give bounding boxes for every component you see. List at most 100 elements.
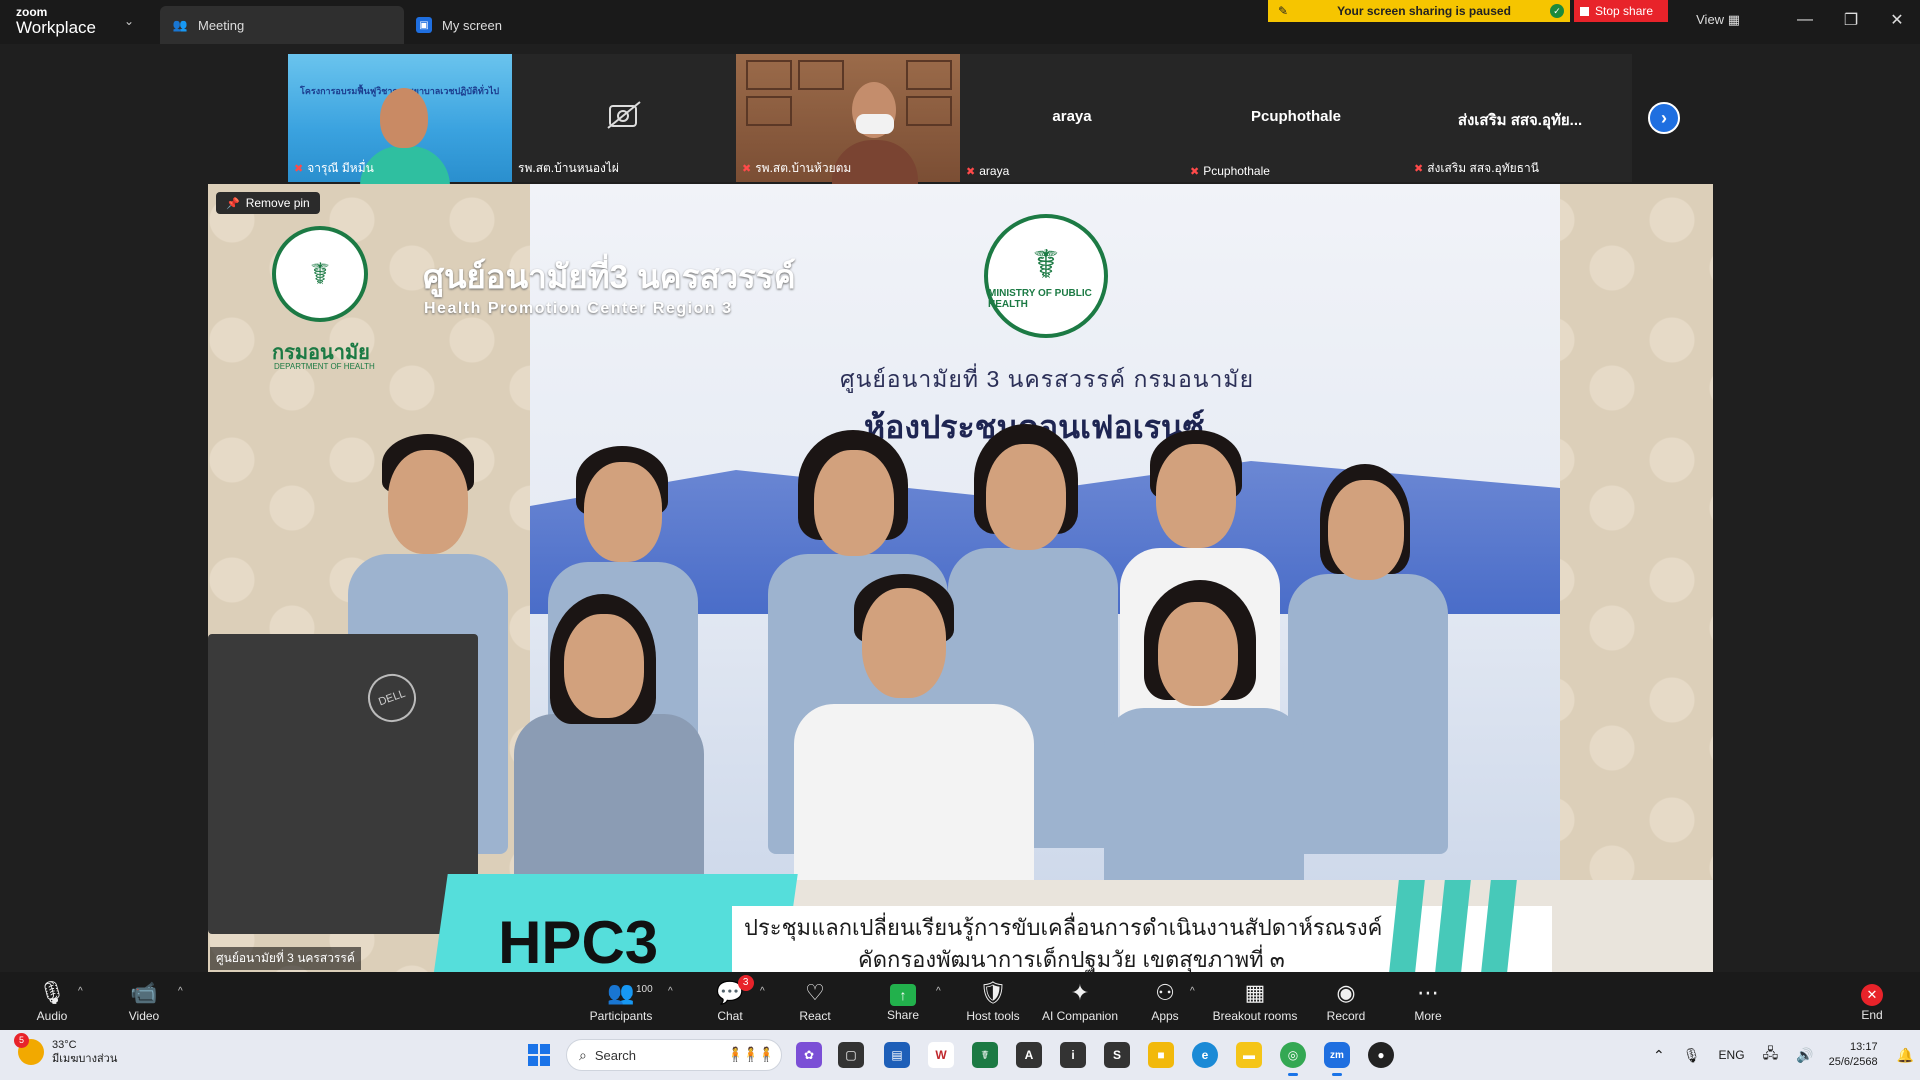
- record-button[interactable]: ◉ Record: [1326, 972, 1366, 1030]
- person-head: [1156, 444, 1236, 548]
- share-button[interactable]: ↑ Share: [886, 972, 920, 1030]
- react-label: React: [799, 1009, 831, 1023]
- participant-tile[interactable]: ✖ รพ.สต.บ้านห้วยตม: [736, 54, 960, 184]
- participant-name-tag: ✖ ส่งเสริม สสจ.อุทัยธานี: [1414, 159, 1539, 178]
- mic-muted-icon: ✖: [1190, 165, 1200, 178]
- react-button[interactable]: ♡ React: [798, 972, 832, 1030]
- sparkle-icon: ✦: [1070, 980, 1090, 1005]
- participant-thumbnail-strip: โครงการอบรมฟื้นฟูวิชาการพยาบาลเวชปฏิบัติ…: [288, 54, 1632, 186]
- weather-widget[interactable]: 5 33°C มีเมฆบางส่วน: [14, 1033, 117, 1066]
- cabinet-decor: [746, 96, 792, 126]
- more-button[interactable]: ⋯ More: [1412, 972, 1444, 1030]
- file-explorer-icon[interactable]: ▬: [1236, 1042, 1262, 1068]
- volume-icon[interactable]: 🔊: [1796, 1047, 1813, 1064]
- mic-muted-icon: ✖: [1414, 163, 1424, 175]
- app-s-icon[interactable]: S: [1104, 1042, 1130, 1068]
- ministry-logo-text: MINISTRY OF PUBLIC HEALTH: [988, 288, 1092, 310]
- chat-button[interactable]: 💬 3 Chat: [714, 972, 754, 1030]
- participant-tile[interactable]: Pcuphothale ✖ Pcuphothale: [1184, 54, 1408, 182]
- apps-options-chevron-icon[interactable]: ^: [1190, 986, 1195, 997]
- dell-monitor: DELL: [208, 634, 478, 934]
- weather-sun-icon: 5: [14, 1033, 44, 1065]
- weather-text: 33°C มีเมฆบางส่วน: [52, 1038, 117, 1066]
- person-head: [814, 450, 894, 556]
- end-meeting-button[interactable]: ✕ End: [1858, 972, 1886, 1030]
- video-options-chevron-icon[interactable]: ^: [178, 986, 183, 997]
- cabinet-decor: [746, 60, 792, 90]
- brand-zoom: zoom: [16, 5, 48, 19]
- participants-options-chevron-icon[interactable]: ^: [668, 986, 673, 997]
- pinned-video[interactable]: ☤ กรมอนามัย DEPARTMENT OF HEALTH ศูนย์อน…: [208, 184, 1713, 972]
- end-label: End: [1861, 1007, 1883, 1022]
- title-bar: zoom Workplace ⌄ 👥 Meeting ▣ My screen ✎…: [0, 0, 1920, 44]
- stop-share-button[interactable]: Stop share: [1574, 0, 1668, 22]
- hpc-title: ศูนย์อนามัยที่3 นครสวรรค์: [423, 258, 796, 295]
- tab-meeting[interactable]: 👥 Meeting: [160, 6, 404, 44]
- ministry-of-public-health-logo: ☤ MINISTRY OF PUBLIC HEALTH: [984, 214, 1108, 338]
- heart-icon: ♡: [805, 980, 825, 1005]
- ai-companion-button[interactable]: ✦ AI Companion: [1040, 972, 1120, 1030]
- edge-browser-icon[interactable]: e: [1192, 1042, 1218, 1068]
- host-tools-button[interactable]: 🛡 Host tools: [964, 972, 1022, 1030]
- close-window-button[interactable]: ✕: [1874, 10, 1920, 30]
- app-a-icon[interactable]: A: [1016, 1042, 1042, 1068]
- copilot-icon[interactable]: ✿: [796, 1042, 822, 1068]
- zoom-taskbar-icon[interactable]: zm: [1324, 1042, 1350, 1076]
- notification-bell-icon[interactable]: 🔔: [1897, 1047, 1914, 1064]
- decor-stripes: [1384, 880, 1524, 972]
- sticky-notes-icon[interactable]: ■: [1148, 1042, 1174, 1068]
- video-button[interactable]: 📹 Video: [124, 972, 164, 1030]
- view-button[interactable]: View ▦: [1696, 12, 1740, 28]
- clock[interactable]: 13:17 25/6/2568: [1829, 1040, 1878, 1070]
- minimize-button[interactable]: —: [1782, 11, 1828, 29]
- video-label: Video: [128, 1009, 160, 1023]
- audio-button[interactable]: 🎙 Audio: [34, 972, 70, 1030]
- chrome-icon[interactable]: ◎: [1280, 1042, 1306, 1076]
- participant-name: รพ.สต.บ้านห้วยตม: [755, 161, 852, 175]
- participants-button[interactable]: 👥 Participants: [588, 972, 654, 1030]
- mic-muted-icon: ✖: [742, 163, 752, 175]
- chat-options-chevron-icon[interactable]: ^: [760, 986, 765, 997]
- tray-chevron-up-icon[interactable]: ⌃: [1653, 1047, 1665, 1064]
- share-options-chevron-icon[interactable]: ^: [936, 986, 941, 997]
- remove-pin-button[interactable]: 📌 Remove pin: [216, 192, 320, 214]
- tray-microphone-icon[interactable]: 🎙: [1683, 1047, 1701, 1064]
- chevron-right-icon[interactable]: ›: [1648, 102, 1680, 134]
- maximize-button[interactable]: ❐: [1828, 10, 1874, 30]
- video-camera-icon: 📹: [130, 980, 158, 1005]
- screen-sharing-paused-banner[interactable]: ✎ Your screen sharing is paused ✓: [1268, 0, 1570, 22]
- microsoft-store-icon[interactable]: ▤: [884, 1042, 910, 1068]
- breakout-rooms-button[interactable]: ▦ Breakout rooms: [1212, 972, 1298, 1030]
- participant-tile[interactable]: รพ.สต.บ้านหนองไผ่: [512, 54, 736, 182]
- wps-office-icon[interactable]: W: [928, 1042, 954, 1068]
- cabinet-decor: [906, 96, 952, 126]
- chat-unread-badge: 3: [737, 975, 754, 991]
- zoom-workplace-menu[interactable]: zoom Workplace ⌄: [0, 0, 160, 44]
- participant-tile[interactable]: ส่งเสริม สสจ.อุทัย... ✖ ส่งเสริม สสจ.อุทั…: [1408, 54, 1632, 182]
- app-i-icon[interactable]: i: [1060, 1042, 1086, 1068]
- audio-options-chevron-icon[interactable]: ^: [78, 986, 83, 997]
- participant-tile[interactable]: โครงการอบรมฟื้นฟูวิชาการพยาบาลเวชปฏิบัติ…: [288, 54, 512, 186]
- health-app-icon[interactable]: ☤: [972, 1042, 998, 1068]
- search-icon: ⌕: [579, 1046, 587, 1063]
- tab-my-screen[interactable]: ▣ My screen: [404, 6, 514, 44]
- app-red-dot-icon[interactable]: ●: [1368, 1042, 1394, 1068]
- record-label: Record: [1326, 1009, 1366, 1023]
- windows-start-icon[interactable]: [528, 1044, 550, 1066]
- stop-square-icon: [1580, 6, 1589, 16]
- participant-tile[interactable]: araya ✖ araya: [960, 54, 1184, 182]
- participant-name-tag: ✖ จารุณี มีหมื่น: [294, 159, 374, 178]
- taskbar-search-box[interactable]: ⌕ Search 🧍🧍🧍: [566, 1039, 782, 1071]
- room-title-line1: ศูนย์อนามัยที่ 3 นครสวรรค์ กรมอนามัย: [840, 366, 1255, 392]
- pin-icon: 📌: [226, 197, 240, 210]
- apps-button[interactable]: ⚇ Apps: [1150, 972, 1180, 1030]
- annotate-pen-icon[interactable]: ✎: [1268, 4, 1298, 18]
- participant-name: Pcuphothale: [1203, 164, 1270, 178]
- network-icon[interactable]: 🖧: [1763, 1043, 1779, 1067]
- input-language[interactable]: ENG: [1719, 1048, 1745, 1062]
- view-label: View: [1696, 12, 1725, 27]
- task-view-icon[interactable]: ▢: [838, 1042, 864, 1068]
- department-name-english: DEPARTMENT OF HEALTH: [274, 362, 375, 371]
- windows-taskbar: 5 33°C มีเมฆบางส่วน ⌕ Search 🧍🧍🧍 ✿ ▢ ▤ W…: [0, 1030, 1920, 1080]
- apps-label: Apps: [1151, 1009, 1179, 1023]
